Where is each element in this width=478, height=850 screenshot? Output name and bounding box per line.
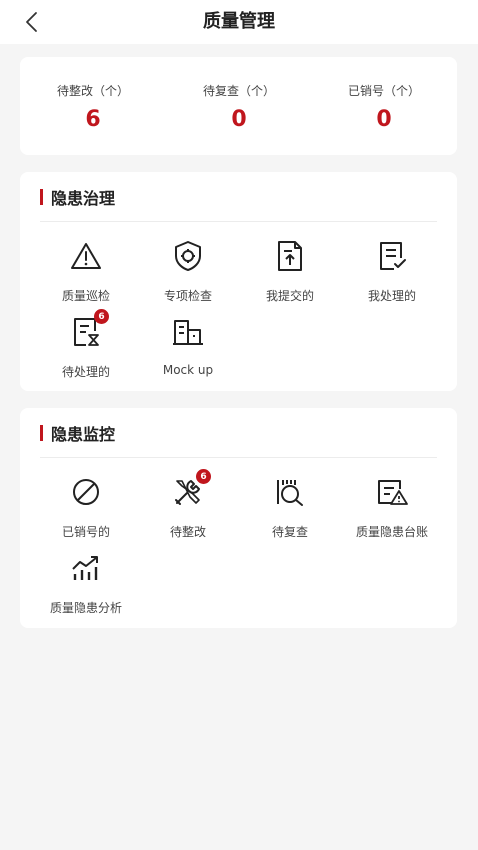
section-accent-bar (40, 189, 43, 205)
section-title: 隐患监控 (51, 425, 116, 444)
warning-triangle-icon (69, 239, 103, 273)
stat-pending-rectify[interactable]: 待整改（个） 6 (20, 57, 166, 155)
grid-item-pending-rectify[interactable]: 6 待整改 (133, 469, 243, 545)
grid-item-my-handled[interactable]: 我处理的 (337, 239, 447, 309)
page-title: 质量管理 (203, 11, 275, 32)
stat-pending-review[interactable]: 待复查（个） 0 (166, 57, 312, 155)
stat-label: 待复查（个） (202, 84, 275, 98)
divider (40, 457, 437, 458)
governance-card: 隐患治理 质量巡检 专项检查 我提交的 我处理的 6 待处理的 Mock up (20, 172, 457, 391)
stat-value: 0 (231, 107, 247, 132)
notification-badge: 6 (94, 309, 109, 324)
tools-icon: 6 (171, 469, 211, 509)
grid-item-label: 已销号的 (61, 525, 110, 539)
grid-item-hazard-ledger[interactable]: 质量隐患台账 (337, 475, 447, 545)
grid-item-pending-handle[interactable]: 6 待处理的 (31, 309, 141, 385)
grid-item-quality-patrol[interactable]: 质量巡检 (31, 239, 141, 309)
monitoring-card: 隐患监控 已销号的 6 待整改 待复查 质量隐患台账 质量隐患分析 (20, 408, 457, 628)
document-hourglass-icon: 6 (69, 309, 109, 349)
stat-value: 6 (85, 107, 101, 132)
stat-label: 已销号（个） (347, 84, 420, 98)
grid-item-label: 质量隐患台账 (355, 525, 428, 539)
grid-item-label: 待复查 (271, 525, 308, 539)
document-check-icon (375, 239, 409, 273)
stat-value: 0 (376, 107, 392, 132)
grid-item-hazard-analysis[interactable]: 质量隐患分析 (31, 551, 141, 621)
section-title: 隐患治理 (51, 189, 116, 208)
grid-item-label: 专项检查 (163, 289, 212, 303)
notification-badge: 6 (196, 469, 211, 484)
shield-target-icon (171, 239, 205, 273)
grid-item-mock-up[interactable]: Mock up (133, 315, 243, 385)
grid-item-closed[interactable]: 已销号的 (31, 475, 141, 545)
stats-card: 待整改（个） 6 待复查（个） 0 已销号（个） 0 (20, 57, 457, 155)
section-header: 隐患治理 (40, 187, 116, 208)
trend-chart-icon (69, 551, 103, 585)
section-header: 隐患监控 (40, 423, 116, 444)
grid-item-label: 待处理的 (61, 365, 110, 379)
divider (40, 221, 437, 222)
prohibited-icon (69, 475, 103, 509)
grid-item-my-submitted[interactable]: 我提交的 (235, 239, 345, 309)
stat-label: 待整改（个） (56, 84, 129, 98)
ledger-warning-icon (375, 475, 409, 509)
grid-item-label: 待整改 (169, 525, 206, 539)
building-icon (171, 315, 205, 349)
grid-item-special-inspection[interactable]: 专项检查 (133, 239, 243, 309)
stat-closed[interactable]: 已销号（个） 0 (311, 57, 457, 155)
grid-item-label: 我提交的 (265, 289, 314, 303)
grid-item-pending-review[interactable]: 待复查 (235, 475, 345, 545)
grid-item-label: 质量巡检 (61, 289, 110, 303)
grid-item-label: 质量隐患分析 (49, 601, 122, 615)
document-upload-icon (273, 239, 307, 273)
magnifier-icon (273, 475, 307, 509)
grid-item-label: Mock up (162, 363, 214, 377)
section-accent-bar (40, 425, 43, 441)
navigation-bar: 质量管理 (0, 0, 478, 44)
grid-item-label: 我处理的 (367, 289, 416, 303)
